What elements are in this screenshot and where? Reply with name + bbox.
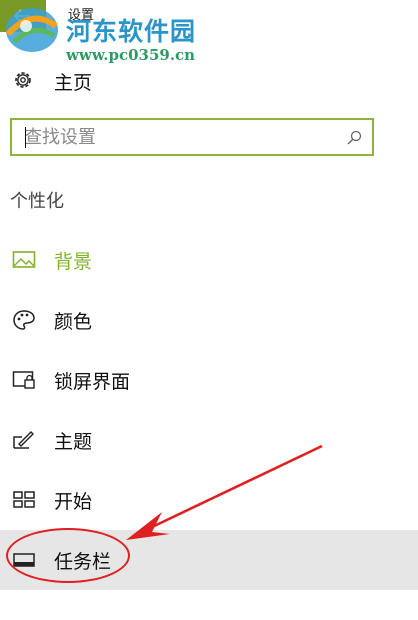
- text-caret: [25, 127, 26, 148]
- nav-item-start[interactable]: 开始: [0, 470, 418, 530]
- nav-item-background[interactable]: 背景: [0, 230, 418, 290]
- nav-item-label: 锁屏界面: [54, 371, 131, 393]
- picture-icon: [12, 251, 36, 268]
- watermark-logo: [5, 8, 58, 52]
- theme-brush-icon: [13, 431, 34, 449]
- search-icon[interactable]: [346, 130, 362, 146]
- nav-item-themes[interactable]: 主题: [0, 410, 418, 470]
- lock-screen-icon: [12, 371, 35, 389]
- nav-item-label: 开始: [54, 491, 93, 513]
- annotation-ellipse: [6, 528, 130, 583]
- nav-item-label: 背景: [54, 251, 93, 273]
- section-title: 个性化: [10, 191, 64, 212]
- watermark-site-name: 河东软件园: [66, 17, 197, 46]
- search-input[interactable]: [24, 126, 344, 148]
- nav-item-label: 颜色: [54, 311, 93, 333]
- start-tiles-icon: [13, 491, 35, 508]
- home-nav-item[interactable]: 主页: [0, 60, 418, 100]
- nav-item-label: 主题: [54, 431, 93, 453]
- nav-item-color[interactable]: 颜色: [0, 290, 418, 350]
- palette-icon: [13, 310, 35, 330]
- gear-icon: [15, 72, 31, 88]
- search-box[interactable]: [10, 118, 374, 156]
- nav-item-lock-screen[interactable]: 锁屏界面: [0, 350, 418, 410]
- home-label: 主页: [54, 72, 93, 94]
